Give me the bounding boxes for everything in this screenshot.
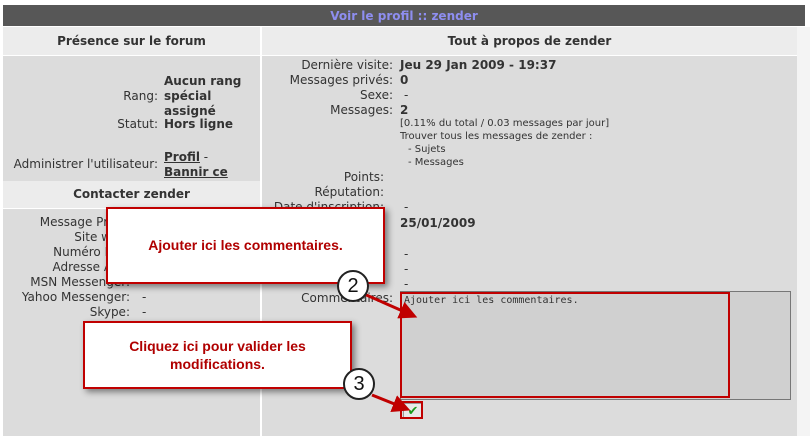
reputation-label: Réputation: <box>314 185 385 199</box>
profile-link[interactable]: Profil <box>164 150 200 164</box>
contact-row-label: Skype: <box>89 305 130 319</box>
comments-label: Commentaires: <box>262 291 393 305</box>
contact-row: Yahoo Messenger: - <box>8 290 258 305</box>
step-number-2: 2 <box>337 270 369 302</box>
contact-header-label: Contacter zender <box>73 187 190 201</box>
contact-header: Contacter zender <box>3 181 260 209</box>
presence-header: Présence sur le forum <box>3 27 260 56</box>
find-messages-link[interactable]: - Messages <box>408 157 464 168</box>
last-visit-label: Dernière visite: <box>301 58 393 72</box>
extra-value: - <box>404 247 409 261</box>
step-number-3: 3 <box>343 368 375 400</box>
about-header: Tout à propos de zender <box>262 27 797 56</box>
sex-label: Sexe: <box>360 88 393 102</box>
profile-title-bar: Voir le profil :: zender <box>3 5 805 26</box>
admin-links-separator: - <box>203 150 209 164</box>
points-label: Points: <box>343 170 384 184</box>
scrollbar-track[interactable] <box>797 27 810 436</box>
contact-row-value: - <box>142 305 147 319</box>
contact-row-label: Yahoo Messenger: <box>21 290 130 304</box>
extra-value: - <box>404 277 409 291</box>
sex-value: - <box>404 88 409 102</box>
pm-value: 0 <box>400 73 409 87</box>
highlight-comments <box>400 292 730 398</box>
extra-value: - <box>404 262 409 276</box>
status-value: Hors ligne <box>164 117 234 131</box>
callout-validate: Cliquez ici pour valider les modificatio… <box>83 321 352 389</box>
date-value: 25/01/2009 <box>400 216 476 230</box>
rank-label: Rang: <box>123 89 158 103</box>
contact-row-value: - <box>142 290 147 304</box>
callout-comments-text: Ajouter ici les commentaires. <box>148 237 343 253</box>
presence-header-label: Présence sur le forum <box>57 34 206 48</box>
messages-value: 2 <box>400 103 409 117</box>
page-title: Voir le profil :: zender <box>330 9 478 23</box>
status-label: Statut: <box>117 117 158 131</box>
about-header-label: Tout à propos de zender <box>447 34 612 48</box>
find-topics-link[interactable]: - Sujets <box>408 144 446 155</box>
rank-value: Aucun rang spécial assigné <box>164 74 242 118</box>
admin-label: Administrer l'utilisateur: <box>13 157 158 171</box>
find-all-messages: Trouver tous les messages de zender : <box>400 131 593 142</box>
last-visit-value: Jeu 29 Jan 2009 - 19:37 <box>400 58 557 72</box>
messages-stats: [0.11% du total / 0.03 messages par jour… <box>400 118 610 129</box>
messages-label: Messages: <box>330 103 393 117</box>
pm-label: Messages privés: <box>289 73 393 87</box>
callout-validate-text: Cliquez ici pour valider les modificatio… <box>129 338 306 372</box>
contact-row: Skype: - <box>8 305 258 320</box>
highlight-validate <box>400 401 423 419</box>
date-dash: - <box>404 200 409 214</box>
